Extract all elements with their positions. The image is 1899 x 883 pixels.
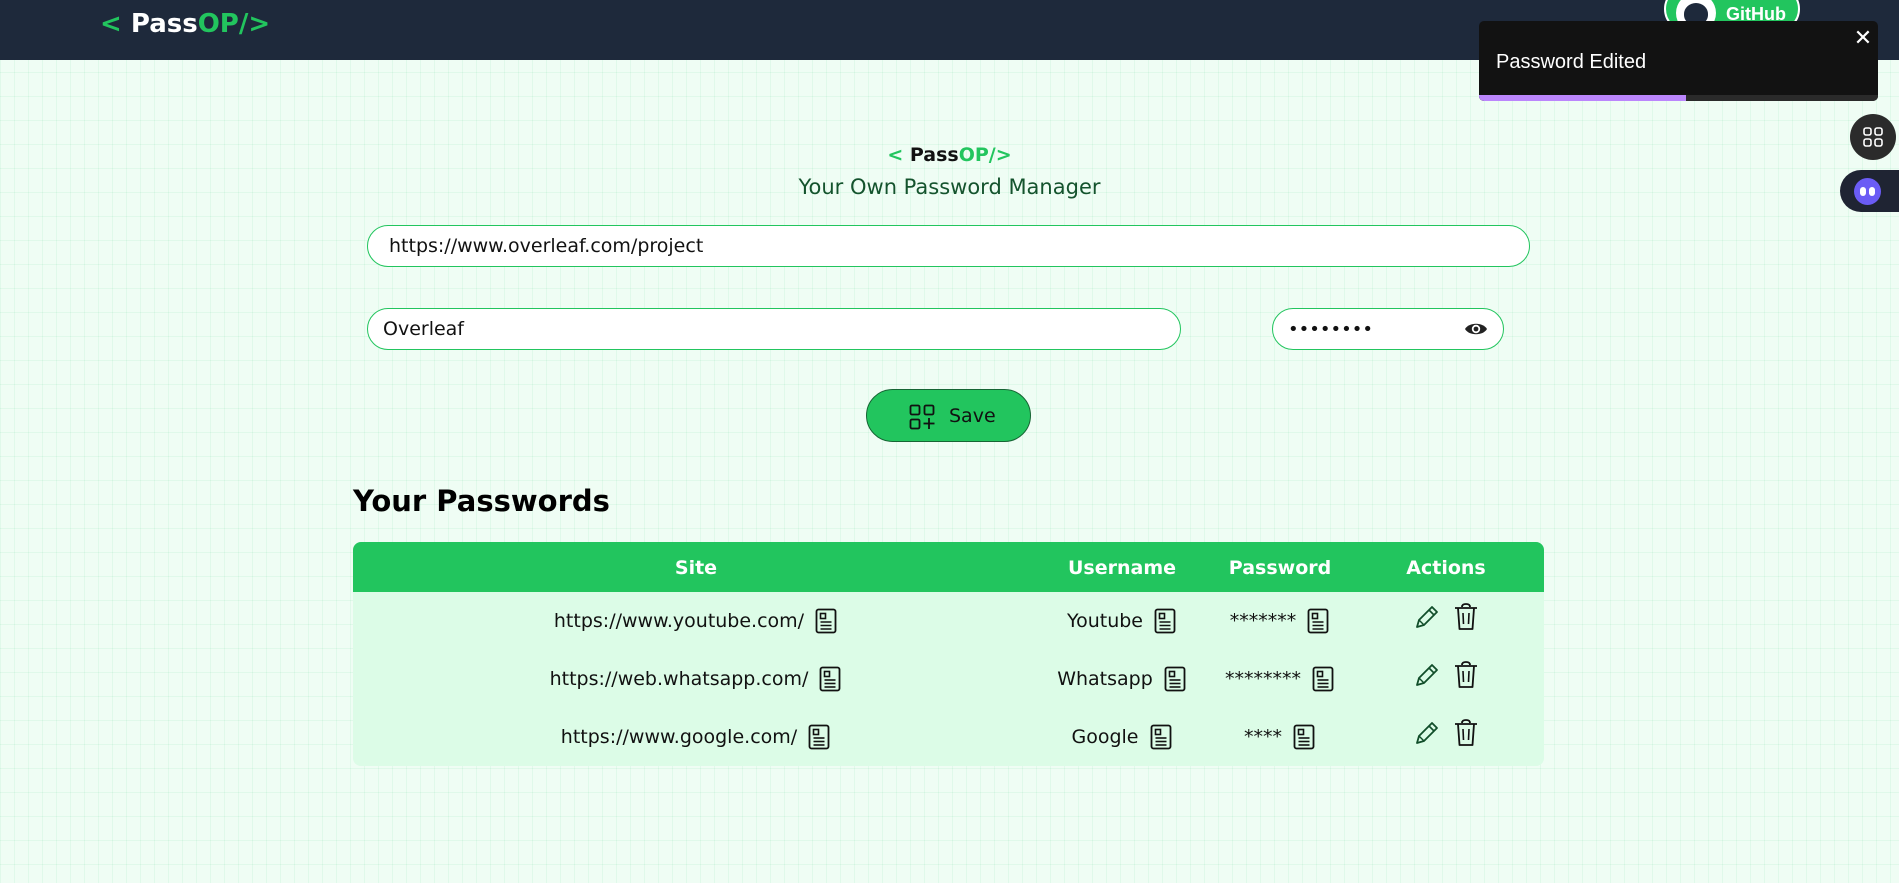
username-text: Youtube [1067,610,1143,632]
site-cell: https://www.youtube.com/ [353,592,1039,650]
save-button[interactable]: Save [866,389,1031,442]
toast-close-icon[interactable]: ✕ [1852,28,1874,50]
site-cell: https://web.whatsapp.com/ [353,650,1039,708]
password-masked: **** [1244,726,1282,748]
site-link[interactable]: https://www.google.com/ [561,726,797,748]
copy-icon[interactable] [1163,665,1187,693]
password-cell: ******** [1205,650,1355,708]
table-row: https://www.youtube.com/Youtube ******* [353,592,1544,650]
add-grid-icon [909,404,935,430]
logo-pass: Pass [121,9,198,39]
logo-op: OP/> [197,9,271,39]
site-link[interactable]: https://web.whatsapp.com/ [550,668,809,690]
username-text: Google [1071,726,1139,748]
delete-button[interactable] [1452,602,1480,632]
delete-button[interactable] [1452,718,1480,748]
copy-icon[interactable] [818,665,842,693]
website-url-input[interactable] [367,225,1530,267]
username-cell: Google [1039,708,1205,766]
edit-button[interactable] [1412,718,1440,748]
copy-icon[interactable] [1306,607,1330,635]
page-logo-op: OP/> [958,144,1012,166]
toast-notification: Password Edited ✕ [1479,21,1878,101]
passwords-title: Your Passwords [353,484,610,518]
copy-icon[interactable] [807,723,831,751]
table-row: https://web.whatsapp.com/Whatsapp *******… [353,650,1544,708]
site-link[interactable]: https://www.youtube.com/ [554,610,804,632]
toast-progress-bar [1479,95,1687,101]
save-button-label: Save [949,405,996,427]
navbar-logo[interactable]: < PassOP/> [100,9,270,39]
passwords-table: Site Username Password Actions https://w… [353,542,1544,766]
page-logo-bracket: < [887,144,910,166]
logo-bracket-open: < [100,9,122,39]
username-input[interactable] [367,308,1181,350]
actions-cell [1355,646,1537,704]
actions-cell [1355,588,1537,646]
delete-button[interactable] [1452,660,1480,690]
edit-pencil-icon[interactable] [1412,718,1440,748]
actions-cell [1355,704,1537,762]
header-username: Username [1067,557,1177,579]
password-masked: ******** [1225,668,1301,690]
username-cell: Youtube [1039,592,1205,650]
toast-message: Password Edited [1496,51,1647,73]
delete-trash-icon[interactable] [1452,660,1480,690]
table-row: https://www.google.com/Google **** [353,708,1544,766]
copy-icon[interactable] [1311,665,1335,693]
header-site: Site [674,557,718,579]
edit-button[interactable] [1412,602,1440,632]
password-cell: ******* [1205,592,1355,650]
page-logo-pass: Pass [909,144,959,166]
copy-icon[interactable] [814,607,838,635]
copy-icon[interactable] [1149,723,1173,751]
page-tagline: Your Own Password Manager [798,175,1101,199]
show-password-eye-icon[interactable] [1464,318,1488,340]
table-header: Site Username Password Actions [353,542,1544,592]
edit-pencil-icon[interactable] [1412,660,1440,690]
toast-progress-track [1479,95,1878,101]
site-cell: https://www.google.com/ [353,708,1039,766]
password-masked: ******* [1229,610,1297,632]
header-password: Password [1228,557,1332,579]
page-logo: < PassOP/> [0,144,1899,166]
delete-trash-icon[interactable] [1452,718,1480,748]
delete-trash-icon[interactable] [1452,602,1480,632]
username-cell: Whatsapp [1039,650,1205,708]
copy-icon[interactable] [1292,723,1316,751]
header-actions: Actions [1406,557,1486,579]
copy-icon[interactable] [1153,607,1177,635]
password-cell: **** [1205,708,1355,766]
username-text: Whatsapp [1057,668,1153,690]
edit-pencil-icon[interactable] [1412,602,1440,632]
edit-button[interactable] [1412,660,1440,690]
